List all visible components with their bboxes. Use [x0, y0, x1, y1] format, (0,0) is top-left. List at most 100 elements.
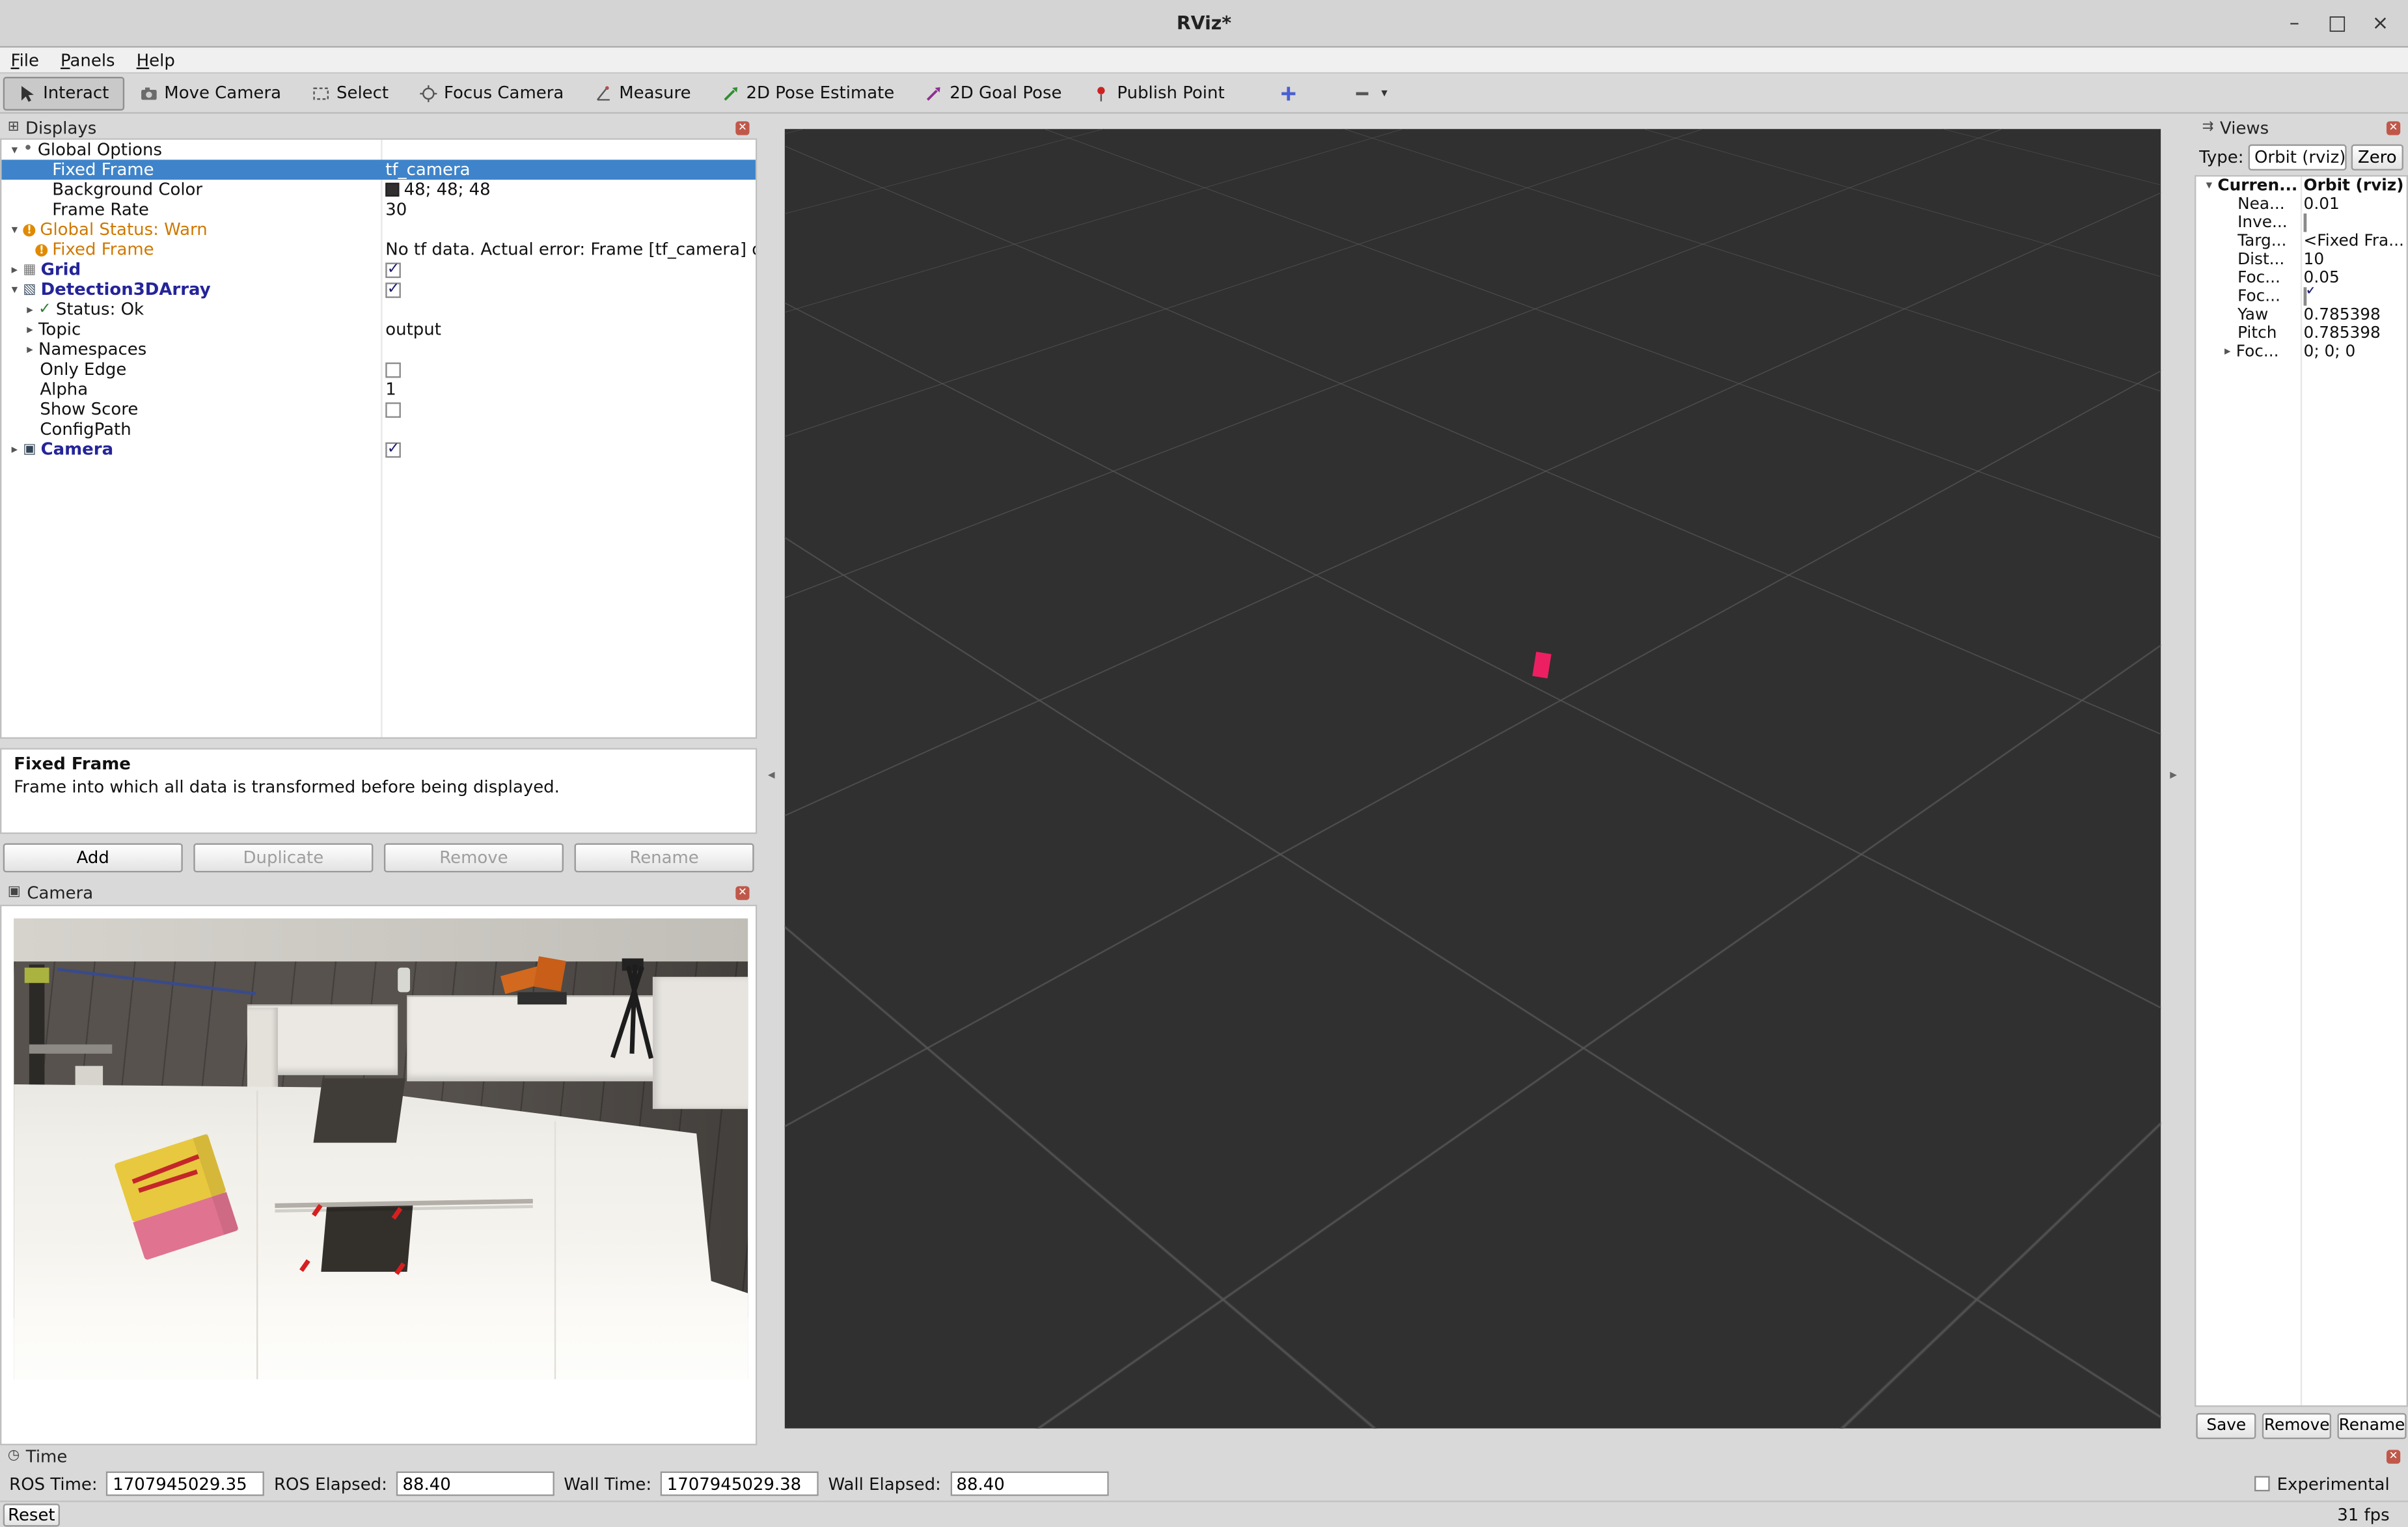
views-row-near-clip[interactable]: Nea... 0.01	[2196, 195, 2406, 213]
close-icon[interactable]	[735, 120, 749, 134]
views-row-pitch[interactable]: Pitch 0.785398	[2196, 324, 2406, 342]
interact-tool-button[interactable]: Interact	[3, 76, 124, 110]
ros-time-field[interactable]	[107, 1472, 265, 1496]
camera-panel-title: Camera	[27, 883, 93, 903]
wall-elapsed-field[interactable]	[950, 1472, 1108, 1496]
ros-elapsed-field[interactable]	[396, 1472, 554, 1496]
checkbox[interactable]	[2304, 287, 2307, 305]
menu-help[interactable]: Help	[126, 47, 185, 73]
toolbar: Interact Move Camera Select Focus Camera…	[0, 74, 2408, 113]
views-row-yaw[interactable]: Yaw 0.785398	[2196, 306, 2406, 324]
close-icon[interactable]: ×	[2359, 12, 2401, 35]
close-icon[interactable]	[735, 885, 749, 899]
maximize-icon[interactable]: □	[2316, 12, 2359, 35]
duplicate-button[interactable]: Duplicate	[193, 843, 373, 872]
focus-camera-tool-button[interactable]: Focus Camera	[404, 76, 579, 110]
expander-icon[interactable]	[6, 279, 23, 299]
close-icon[interactable]	[2387, 1449, 2400, 1463]
remove-tool-button[interactable]: ▾	[1338, 76, 1402, 110]
grid-icon	[23, 262, 36, 277]
checkbox[interactable]	[385, 262, 401, 277]
tree-row-configpath[interactable]: ConfigPath	[1, 419, 756, 439]
views-row-focal-shape-fixed[interactable]: Foc...	[2196, 287, 2406, 305]
experimental-checkbox[interactable]	[2254, 1476, 2269, 1492]
views-panel-header[interactable]: ⇉ Views	[2195, 117, 2408, 138]
photo-arm-base	[517, 992, 567, 1004]
camera-panel-header[interactable]: ▣ Camera	[0, 881, 757, 903]
wall-time-field[interactable]	[661, 1472, 819, 1496]
expander-icon[interactable]	[2200, 176, 2217, 195]
views-row-invert-z[interactable]: Inve...	[2196, 213, 2406, 232]
tree-row-only-edge[interactable]: Only Edge	[1, 359, 756, 379]
reset-button[interactable]: Reset	[3, 1504, 60, 1526]
expander-icon[interactable]	[21, 299, 38, 320]
views-row-target-frame[interactable]: Targ... <Fixed Fra...	[2196, 232, 2406, 250]
close-icon[interactable]	[2387, 120, 2400, 134]
photo-crossbar	[29, 1045, 112, 1054]
tree-row-topic[interactable]: Topic output	[1, 320, 756, 340]
tree-row-background-color[interactable]: Background Color 48; 48; 48	[1, 180, 756, 200]
photo-table-seam	[554, 1121, 556, 1379]
time-panel-header[interactable]: ◷ Time	[0, 1445, 2408, 1466]
warning-icon	[23, 223, 35, 236]
publish-point-tool-button[interactable]: Publish Point	[1077, 76, 1240, 110]
time-fields-row: ROS Time: ROS Elapsed: Wall Time: Wall E…	[0, 1467, 2408, 1501]
menu-file[interactable]: File	[0, 47, 50, 73]
views-row-focal-point[interactable]: Foc... 0; 0; 0	[2196, 342, 2406, 361]
menu-panels[interactable]: Panels	[50, 47, 126, 73]
views-row-distance[interactable]: Dist... 10	[2196, 251, 2406, 269]
zero-button[interactable]: Zero	[2351, 144, 2403, 170]
view-type-dropdown[interactable]: Orbit (rviz) ▾	[2249, 144, 2347, 170]
tree-row-fixed-frame[interactable]: Fixed Frame tf_camera	[1, 159, 756, 180]
splitter-collapse-right-icon[interactable]: ▸	[2170, 768, 2177, 784]
checkbox[interactable]	[385, 362, 401, 378]
splitter-collapse-left-icon[interactable]: ◂	[768, 768, 775, 784]
measure-tool-button[interactable]: Measure	[579, 76, 706, 110]
checkbox[interactable]	[2304, 213, 2307, 232]
expander-icon[interactable]	[6, 219, 23, 240]
move-camera-tool-button[interactable]: Move Camera	[124, 76, 297, 110]
tree-row-namespaces[interactable]: Namespaces	[1, 339, 756, 359]
tree-row-frame-rate[interactable]: Frame Rate 30	[1, 200, 756, 220]
warning-icon	[35, 243, 48, 256]
tree-row-status-fixed-frame[interactable]: Fixed Frame No tf data. Actual error: Fr…	[1, 240, 756, 260]
add-button[interactable]: Add	[3, 843, 183, 872]
views-row-focal-shape-size[interactable]: Foc... 0.05	[2196, 269, 2406, 287]
tree-row-camera[interactable]: Camera	[1, 439, 756, 460]
save-button[interactable]: Save	[2196, 1413, 2256, 1439]
tree-row-show-score[interactable]: Show Score	[1, 400, 756, 420]
tree-row-global-status[interactable]: Global Status: Warn	[1, 219, 756, 240]
tree-row-alpha[interactable]: Alpha 1	[1, 379, 756, 400]
checkbox[interactable]	[385, 282, 401, 297]
tree-row-status-ok[interactable]: Status: Ok	[1, 299, 756, 320]
views-row-current[interactable]: Curren... Orbit (rviz)	[2196, 176, 2406, 195]
remove-button[interactable]: Remove	[384, 843, 564, 872]
fixed-frame-value[interactable]: tf_camera	[381, 159, 756, 180]
rename-button[interactable]: Rename	[2337, 1413, 2406, 1439]
tree-row-detection3darray[interactable]: Detection3DArray	[1, 279, 756, 299]
rename-button[interactable]: Rename	[575, 843, 754, 872]
goal-pose-tool-button[interactable]: 2D Goal Pose	[910, 76, 1077, 110]
expander-icon[interactable]	[6, 439, 23, 460]
displays-icon: ⊞	[8, 120, 20, 135]
expander-icon[interactable]	[6, 140, 23, 160]
expander-icon[interactable]	[21, 320, 38, 340]
checkbox[interactable]	[385, 441, 401, 457]
expander-icon[interactable]	[21, 339, 38, 359]
tree-row-grid[interactable]: Grid	[1, 260, 756, 280]
ros-elapsed-label: ROS Elapsed:	[274, 1474, 387, 1494]
pose-estimate-tool-button[interactable]: 2D Pose Estimate	[706, 76, 910, 110]
checkbox[interactable]	[385, 402, 401, 417]
minimize-icon[interactable]: –	[2273, 12, 2316, 35]
remove-button[interactable]: Remove	[2263, 1413, 2331, 1439]
tree-row-global-options[interactable]: Global Options	[1, 140, 756, 160]
render-viewport[interactable]	[785, 129, 2161, 1428]
expander-icon[interactable]	[6, 260, 23, 280]
color-swatch[interactable]	[385, 183, 399, 197]
expander-icon[interactable]	[2219, 342, 2236, 361]
photo-bottle	[398, 968, 410, 993]
publish-point-icon	[1093, 84, 1111, 102]
add-tool-button[interactable]	[1265, 76, 1314, 110]
displays-panel-header[interactable]: ⊞ Displays	[0, 117, 757, 138]
select-tool-button[interactable]: Select	[297, 76, 404, 110]
